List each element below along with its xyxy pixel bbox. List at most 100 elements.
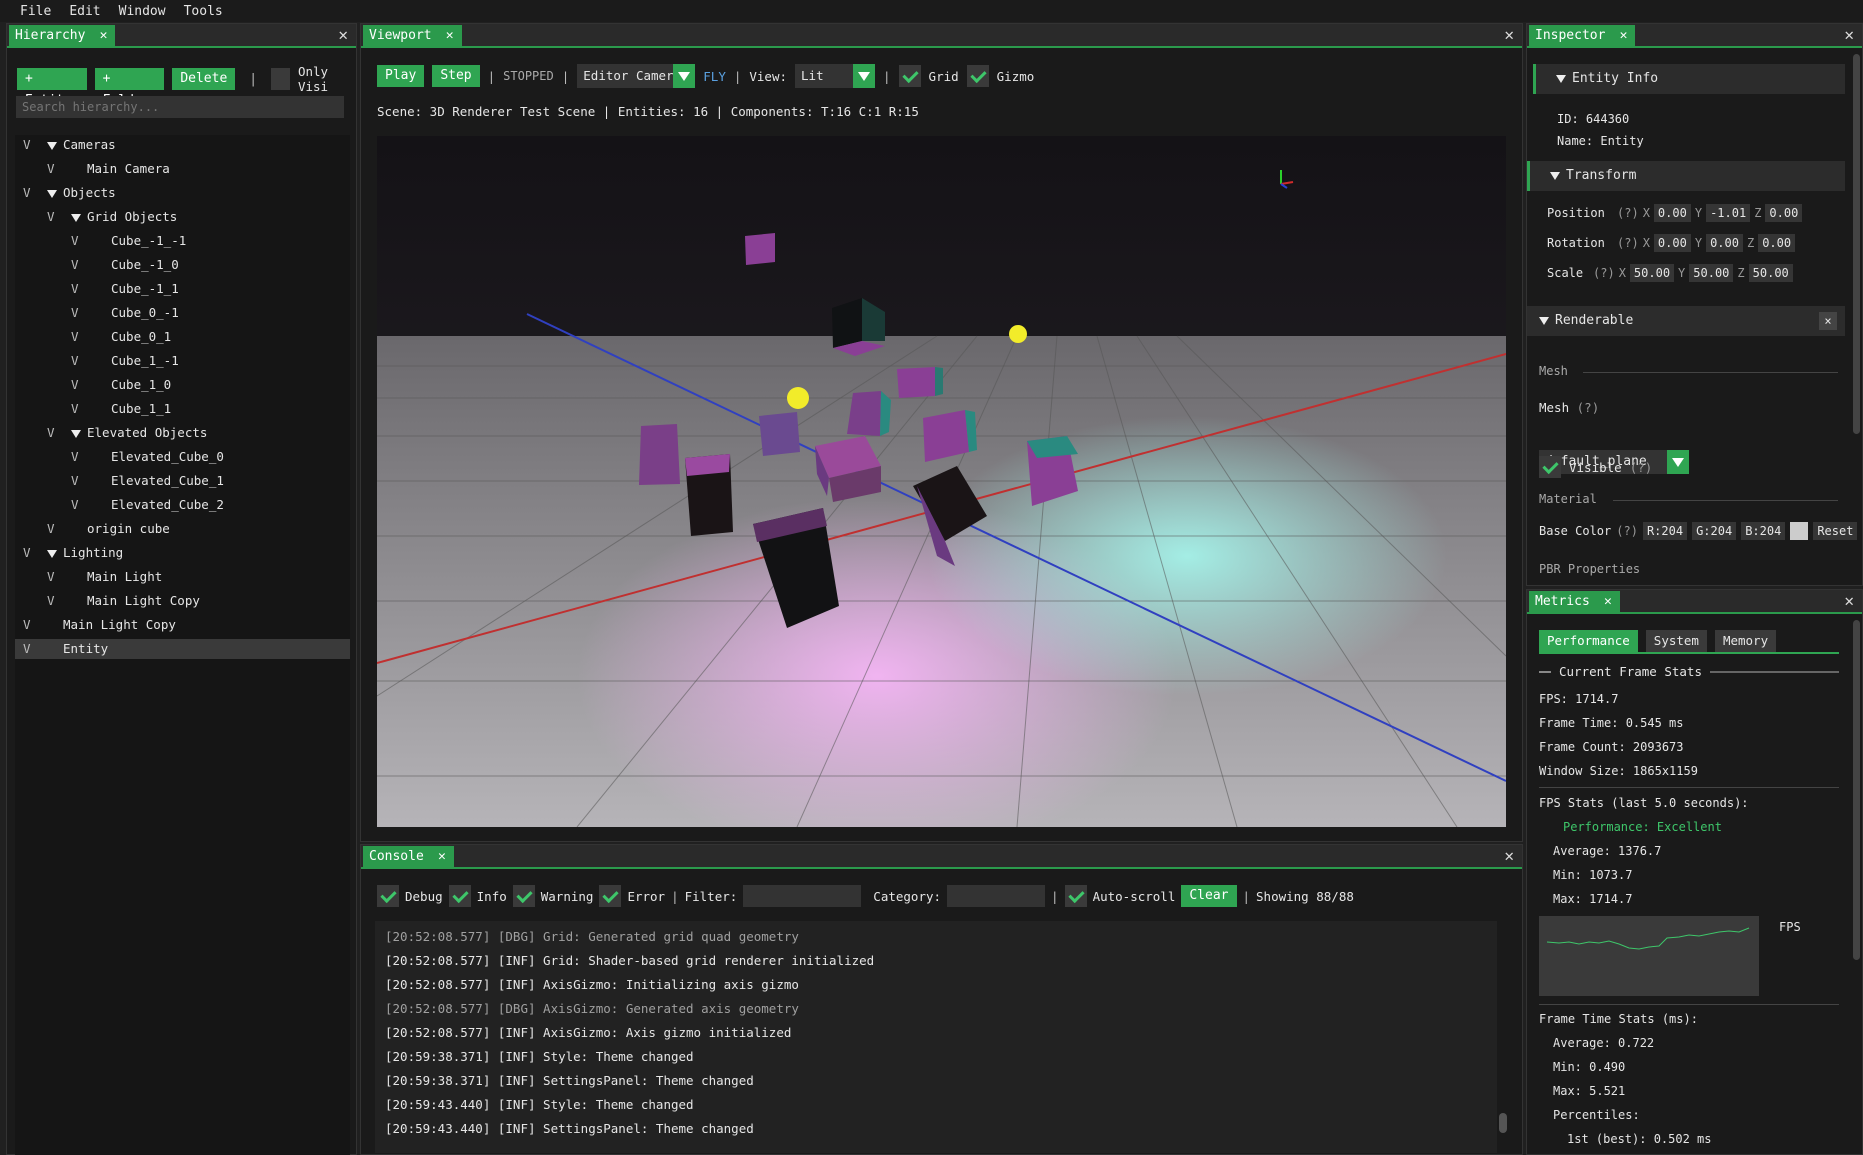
visibility-toggle[interactable]: V <box>23 639 31 659</box>
debug-checkbox[interactable] <box>377 885 399 907</box>
only-visible-checkbox[interactable] <box>271 68 290 90</box>
visibility-toggle[interactable]: V <box>71 471 79 491</box>
grid-checkbox[interactable] <box>898 65 921 87</box>
triangle-down-icon[interactable] <box>71 429 81 438</box>
panel-close-icon[interactable]: ✕ <box>1844 26 1854 44</box>
help-icon[interactable]: (?) <box>1616 524 1638 538</box>
menu-tools[interactable]: Tools <box>184 4 223 19</box>
tree-item[interactable]: V Lighting <box>15 543 350 563</box>
close-icon[interactable]: ✕ <box>446 25 454 47</box>
tree-item[interactable]: V Cube_1_-1 <box>15 351 350 371</box>
panel-close-icon[interactable]: ✕ <box>1844 592 1854 610</box>
search-input[interactable] <box>16 96 344 118</box>
tree-item[interactable]: V Grid Objects <box>15 207 350 227</box>
metrics-scrollbar[interactable] <box>1853 620 1860 960</box>
inspector-scrollbar[interactable] <box>1853 54 1860 434</box>
tree-item[interactable]: V Cube_-1_0 <box>15 255 350 275</box>
close-icon[interactable]: ✕ <box>100 25 108 47</box>
position-y-field[interactable]: -1.01 <box>1706 204 1751 222</box>
visibility-toggle[interactable]: V <box>71 351 79 371</box>
panel-close-icon[interactable]: ✕ <box>1504 847 1514 865</box>
visibility-toggle[interactable]: V <box>71 447 79 467</box>
tab-memory[interactable]: Memory <box>1714 630 1777 652</box>
help-icon[interactable]: (?) <box>1617 206 1639 220</box>
error-checkbox[interactable] <box>599 885 622 907</box>
delete-button[interactable]: Delete <box>172 68 236 90</box>
rotation-x-field[interactable]: 0.00 <box>1653 234 1691 252</box>
category-input[interactable] <box>947 885 1046 907</box>
position-z-field[interactable]: 0.00 <box>1765 204 1803 222</box>
visible-checkbox[interactable] <box>1539 456 1561 478</box>
play-button[interactable]: Play <box>377 65 425 87</box>
help-icon[interactable]: (?) <box>1630 460 1653 475</box>
red-field[interactable]: R:204 <box>1642 522 1688 540</box>
visibility-toggle[interactable]: V <box>47 423 55 443</box>
entity-info-header[interactable]: Entity Info <box>1533 64 1845 94</box>
visibility-toggle[interactable]: V <box>71 255 79 275</box>
visibility-toggle[interactable]: V <box>23 135 31 155</box>
help-icon[interactable]: (?) <box>1593 266 1615 280</box>
menu-edit[interactable]: Edit <box>69 4 100 19</box>
menu-window[interactable]: Window <box>119 4 166 19</box>
reset-button[interactable]: Reset <box>1813 522 1858 540</box>
warning-checkbox[interactable] <box>512 885 535 907</box>
console-scrollbar[interactable] <box>1499 1113 1507 1133</box>
tree-item[interactable]: V Elevated_Cube_0 <box>15 447 350 467</box>
tree-item[interactable]: V Cameras <box>15 135 350 155</box>
tree-item[interactable]: V Main Light Copy <box>15 591 350 611</box>
tree-item[interactable]: Vorigin cube <box>15 519 350 539</box>
tree-item[interactable]: V Entity <box>15 639 350 659</box>
filter-input[interactable] <box>743 885 862 907</box>
tab-viewport[interactable]: Viewport ✕ <box>363 25 462 47</box>
tree-item[interactable]: V Main Light <box>15 567 350 587</box>
visibility-toggle[interactable]: V <box>47 159 55 179</box>
visibility-toggle[interactable]: V <box>47 567 55 587</box>
visibility-toggle[interactable]: V <box>47 519 55 539</box>
transform-header[interactable]: Transform <box>1527 161 1845 191</box>
tree-item[interactable]: V Main Camera <box>15 159 350 179</box>
step-button[interactable]: Step <box>432 65 480 87</box>
help-icon[interactable]: (?) <box>1577 400 1600 415</box>
scale-x-field[interactable]: 50.00 <box>1629 264 1675 282</box>
tab-performance[interactable]: Performance <box>1539 630 1638 652</box>
visibility-toggle[interactable]: V <box>71 327 79 347</box>
green-field[interactable]: G:204 <box>1692 522 1737 540</box>
triangle-down-icon[interactable] <box>47 549 57 558</box>
tree-item[interactable]: V Cube_0_-1 <box>15 303 350 323</box>
tree-item[interactable]: V Cube_1_1 <box>15 399 350 419</box>
tab-inspector[interactable]: Inspector ✕ <box>1529 25 1636 47</box>
tab-hierarchy[interactable]: Hierarchy ✕ <box>9 25 116 47</box>
blue-field[interactable]: B:204 <box>1741 522 1786 540</box>
panel-close-icon[interactable]: ✕ <box>338 26 348 44</box>
visibility-toggle[interactable]: V <box>23 615 31 635</box>
add-entity-button[interactable]: + Entity <box>17 68 87 108</box>
visibility-toggle[interactable]: V <box>23 543 31 563</box>
visibility-toggle[interactable]: V <box>71 375 79 395</box>
viewport-canvas[interactable] <box>377 136 1506 827</box>
renderable-header[interactable]: Renderable × <box>1527 306 1845 336</box>
camera-dropdown[interactable]: Editor Camera <box>577 64 696 88</box>
triangle-down-icon[interactable] <box>47 141 57 150</box>
close-icon[interactable]: ✕ <box>438 846 446 868</box>
tree-item[interactable]: V Elevated_Cube_2 <box>15 495 350 515</box>
tree-item[interactable]: V Objects <box>15 183 350 203</box>
remove-component-button[interactable]: × <box>1819 312 1837 330</box>
visibility-toggle[interactable]: V <box>71 279 79 299</box>
triangle-down-icon[interactable] <box>47 189 57 198</box>
tree-item[interactable]: V Main Light Copy <box>15 615 350 635</box>
visibility-toggle[interactable]: V <box>47 207 55 227</box>
visibility-toggle[interactable]: V <box>71 303 79 323</box>
tab-system[interactable]: System <box>1645 630 1707 652</box>
gizmo-checkbox[interactable] <box>966 65 989 87</box>
visibility-toggle[interactable]: V <box>71 495 79 515</box>
scale-y-field[interactable]: 50.00 <box>1689 264 1734 282</box>
rotation-z-field[interactable]: 0.00 <box>1758 234 1796 252</box>
add-folder-button[interactable]: + Folder <box>94 68 165 108</box>
position-x-field[interactable]: 0.00 <box>1653 204 1691 222</box>
tree-item[interactable]: V Cube_1_0 <box>15 375 350 395</box>
visibility-toggle[interactable]: V <box>71 231 79 251</box>
view-dropdown[interactable]: Lit <box>795 64 876 88</box>
rotation-y-field[interactable]: 0.00 <box>1706 234 1743 252</box>
tree-item[interactable]: V Elevated Objects <box>15 423 350 443</box>
tab-console[interactable]: Console ✕ <box>363 846 454 868</box>
